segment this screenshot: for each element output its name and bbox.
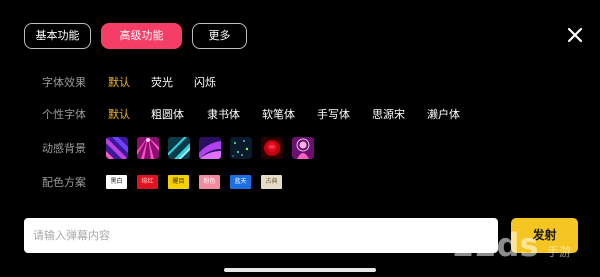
dynamic-background-label: 动感背景 <box>42 142 86 155</box>
color-scheme-classic[interactable]: 古典 <box>261 175 282 189</box>
personal-font-option-round[interactable]: 粗圆体 <box>151 108 184 122</box>
tab-advanced[interactable]: 高级功能 <box>101 23 182 49</box>
personal-font-option-default[interactable]: 默认 <box>108 108 130 122</box>
tab-more[interactable]: 更多 <box>192 23 247 49</box>
background-thumb-dark-sparkles[interactable] <box>230 137 252 159</box>
personal-font-label: 个性字体 <box>42 108 86 121</box>
background-thumb-teal-stripes[interactable] <box>168 137 190 159</box>
danmaku-input[interactable]: 请输入弹幕内容 <box>24 218 498 253</box>
tab-basic[interactable]: 基本功能 <box>24 23 91 49</box>
personal-font-option-seto[interactable]: 濑户体 <box>427 108 460 122</box>
background-thumb-red-rose[interactable] <box>261 137 283 159</box>
color-scheme-crimson[interactable]: 绯红 <box>137 175 158 189</box>
personal-font-option-siyuan-song[interactable]: 思源宋 <box>372 108 405 122</box>
personal-font-option-handwriting[interactable]: 手写体 <box>317 108 350 122</box>
background-thumb-pink-rays[interactable] <box>137 137 159 159</box>
color-scheme-label: 配色方案 <box>42 176 86 189</box>
background-thumb-pink-figure[interactable] <box>292 137 314 159</box>
personal-font-option-brush[interactable]: 软笔体 <box>262 108 295 122</box>
font-effect-option-glow[interactable]: 荧光 <box>151 76 173 90</box>
background-thumb-violet-wave[interactable] <box>199 137 221 159</box>
font-effect-option-default[interactable]: 默认 <box>108 76 130 90</box>
color-scheme-pink[interactable]: 粉色 <box>199 175 220 189</box>
font-effect-label: 字体效果 <box>42 76 86 89</box>
personal-font-option-clerical[interactable]: 隶书体 <box>207 108 240 122</box>
home-indicator <box>224 268 376 272</box>
color-scheme-blue-sky[interactable]: 蓝天 <box>230 175 251 189</box>
color-scheme-eye-catching[interactable]: 醒目 <box>168 175 189 189</box>
background-thumb-purple-diagonal[interactable] <box>106 137 128 159</box>
color-scheme-black-white[interactable]: 黑白 <box>106 175 127 189</box>
send-button[interactable]: 发射 <box>511 218 578 253</box>
font-effect-option-flash[interactable]: 闪烁 <box>194 76 216 90</box>
close-icon[interactable] <box>566 26 584 44</box>
